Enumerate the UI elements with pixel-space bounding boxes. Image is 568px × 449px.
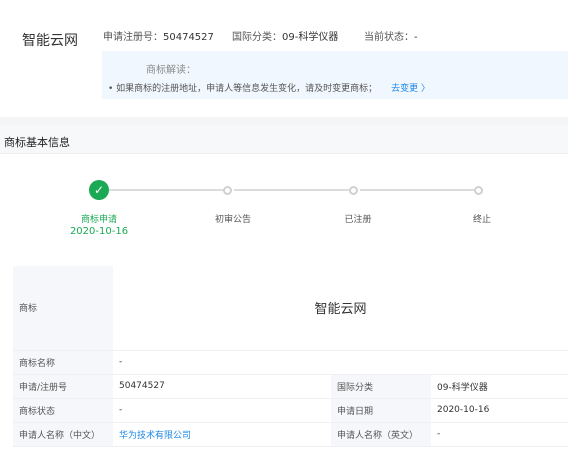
table-row: 申请人名称（中文） 华为技术有限公司 申请人名称（英文） -: [13, 422, 568, 447]
section-divider: [0, 117, 568, 126]
table-row: 商标状态 - 申请日期 2020-10-16: [13, 398, 568, 423]
cell-value: -: [113, 398, 331, 423]
basic-info-table: 商标 智能云网 商标名称 - 申请/注册号 50474527 国际分类 09-科…: [13, 266, 568, 447]
cell-label: 商标: [13, 266, 113, 351]
tip-title: 商标解读：: [146, 65, 196, 76]
cell-label: 申请人名称（中文）: [13, 422, 113, 447]
current-status-label: 当前状态：: [364, 32, 414, 43]
cell-value: 华为技术有限公司: [113, 422, 331, 447]
cell-value: 09-科学仪器: [431, 374, 568, 399]
check-icon: ✓: [89, 180, 109, 200]
trademark-header: 智能云网 申请注册号：50474527 国际分类：09-科学仪器 当前状态：- …: [0, 0, 568, 117]
reg-no-value: 50474527: [163, 32, 214, 43]
cell-label: 商标名称: [13, 350, 113, 375]
current-status: 当前状态：-: [364, 28, 418, 43]
trademark-tip-box: 商标解读： • 如果商标的注册地址，申请人等信息发生变化，请及时变更商标； 去变更…: [102, 51, 568, 99]
progress-steps: ✓ 商标申请 2020-10-16 初审公告 已注册 终止: [0, 154, 568, 264]
intl-class: 国际分类：09-科学仪器: [232, 28, 338, 43]
step-date: 2020-10-16: [69, 226, 129, 237]
step-connector: [109, 189, 223, 191]
section-header: 商标基本信息: [0, 126, 568, 154]
cell-label: 国际分类: [331, 374, 431, 399]
step-connector: [234, 189, 349, 191]
table-row: 商标名称 -: [13, 350, 568, 375]
cell-value: 2020-10-16: [431, 398, 568, 423]
step-label: 已注册: [344, 215, 372, 225]
table-row: 申请/注册号 50474527 国际分类 09-科学仪器: [13, 374, 568, 399]
cell-value: 50474527: [113, 374, 331, 399]
table-row: 商标 智能云网: [13, 266, 568, 351]
step-label: 终止: [472, 215, 491, 225]
reg-no-label: 申请注册号：: [103, 32, 163, 43]
step-dot: [223, 186, 232, 195]
trademark-image-text: 智能云网: [314, 302, 367, 318]
intl-class-value: 09-科学仪器: [282, 32, 339, 43]
reg-no: 申请注册号：50474527: [103, 28, 214, 43]
step-dot: [349, 186, 358, 195]
cell-value: -: [113, 350, 568, 375]
cell-label: 申请/注册号: [13, 374, 113, 399]
change-trademark-link[interactable]: 去变更 〉: [391, 84, 430, 94]
step-label: 初审公告: [214, 215, 251, 225]
applicant-link[interactable]: 华为技术有限公司: [119, 431, 191, 441]
trademark-name: 智能云网: [22, 33, 78, 49]
intl-class-label: 国际分类：: [232, 32, 282, 43]
tip-text-line: • 如果商标的注册地址，申请人等信息发生变化，请及时变更商标； 去变更 〉: [108, 81, 430, 94]
step-dot: [474, 186, 483, 195]
step-label: 商标申请: [80, 215, 117, 225]
cell-label: 申请日期: [331, 398, 431, 423]
cell-label: 申请人名称（英文）: [331, 422, 431, 447]
section-title: 商标基本信息: [4, 136, 70, 149]
step-connector: [360, 189, 474, 191]
trademark-image-cell: 智能云网: [113, 266, 568, 351]
cell-value: -: [431, 422, 568, 447]
current-status-value: -: [414, 32, 418, 43]
tip-text: • 如果商标的注册地址，申请人等信息发生变化，请及时变更商标；: [108, 84, 378, 94]
cell-label: 商标状态: [13, 398, 113, 423]
